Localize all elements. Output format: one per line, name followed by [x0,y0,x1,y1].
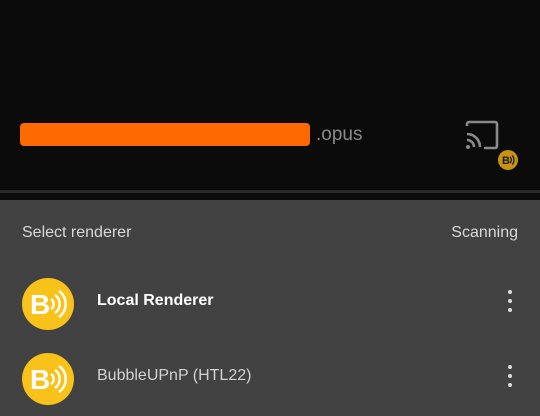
renderer-sheet-header: Select renderer Scanning [0,200,540,266]
renderer-item-local[interactable]: B Local Renderer [0,265,540,341]
cast-icon [465,120,499,150]
renderer-sheet: Select renderer Scanning B Local Rendere… [0,200,540,416]
file-extension: .opus [316,124,363,145]
bubbleupnp-logo-icon: B [22,353,74,405]
svg-text:B: B [30,364,50,395]
svg-text:B: B [30,289,50,320]
more-options-icon[interactable] [500,362,520,390]
renderer-item-label: Local Renderer [97,292,214,309]
bubbleupnp-badge-icon: B [498,150,518,170]
sheet-title: Select renderer [22,224,132,241]
divider [0,190,540,193]
more-options-icon[interactable] [500,287,520,315]
redacted-filename [20,123,310,146]
cast-button[interactable]: B [462,118,518,174]
svg-text:B: B [502,155,510,167]
renderer-item-htl22[interactable]: B BubbleUPnP (HTL22) [0,340,540,416]
scanning-status: Scanning [451,224,518,241]
renderer-item-label: BubbleUPnP (HTL22) [97,367,252,384]
bubbleupnp-logo-icon: B [22,278,74,330]
now-playing-area: .opus B [0,0,540,190]
